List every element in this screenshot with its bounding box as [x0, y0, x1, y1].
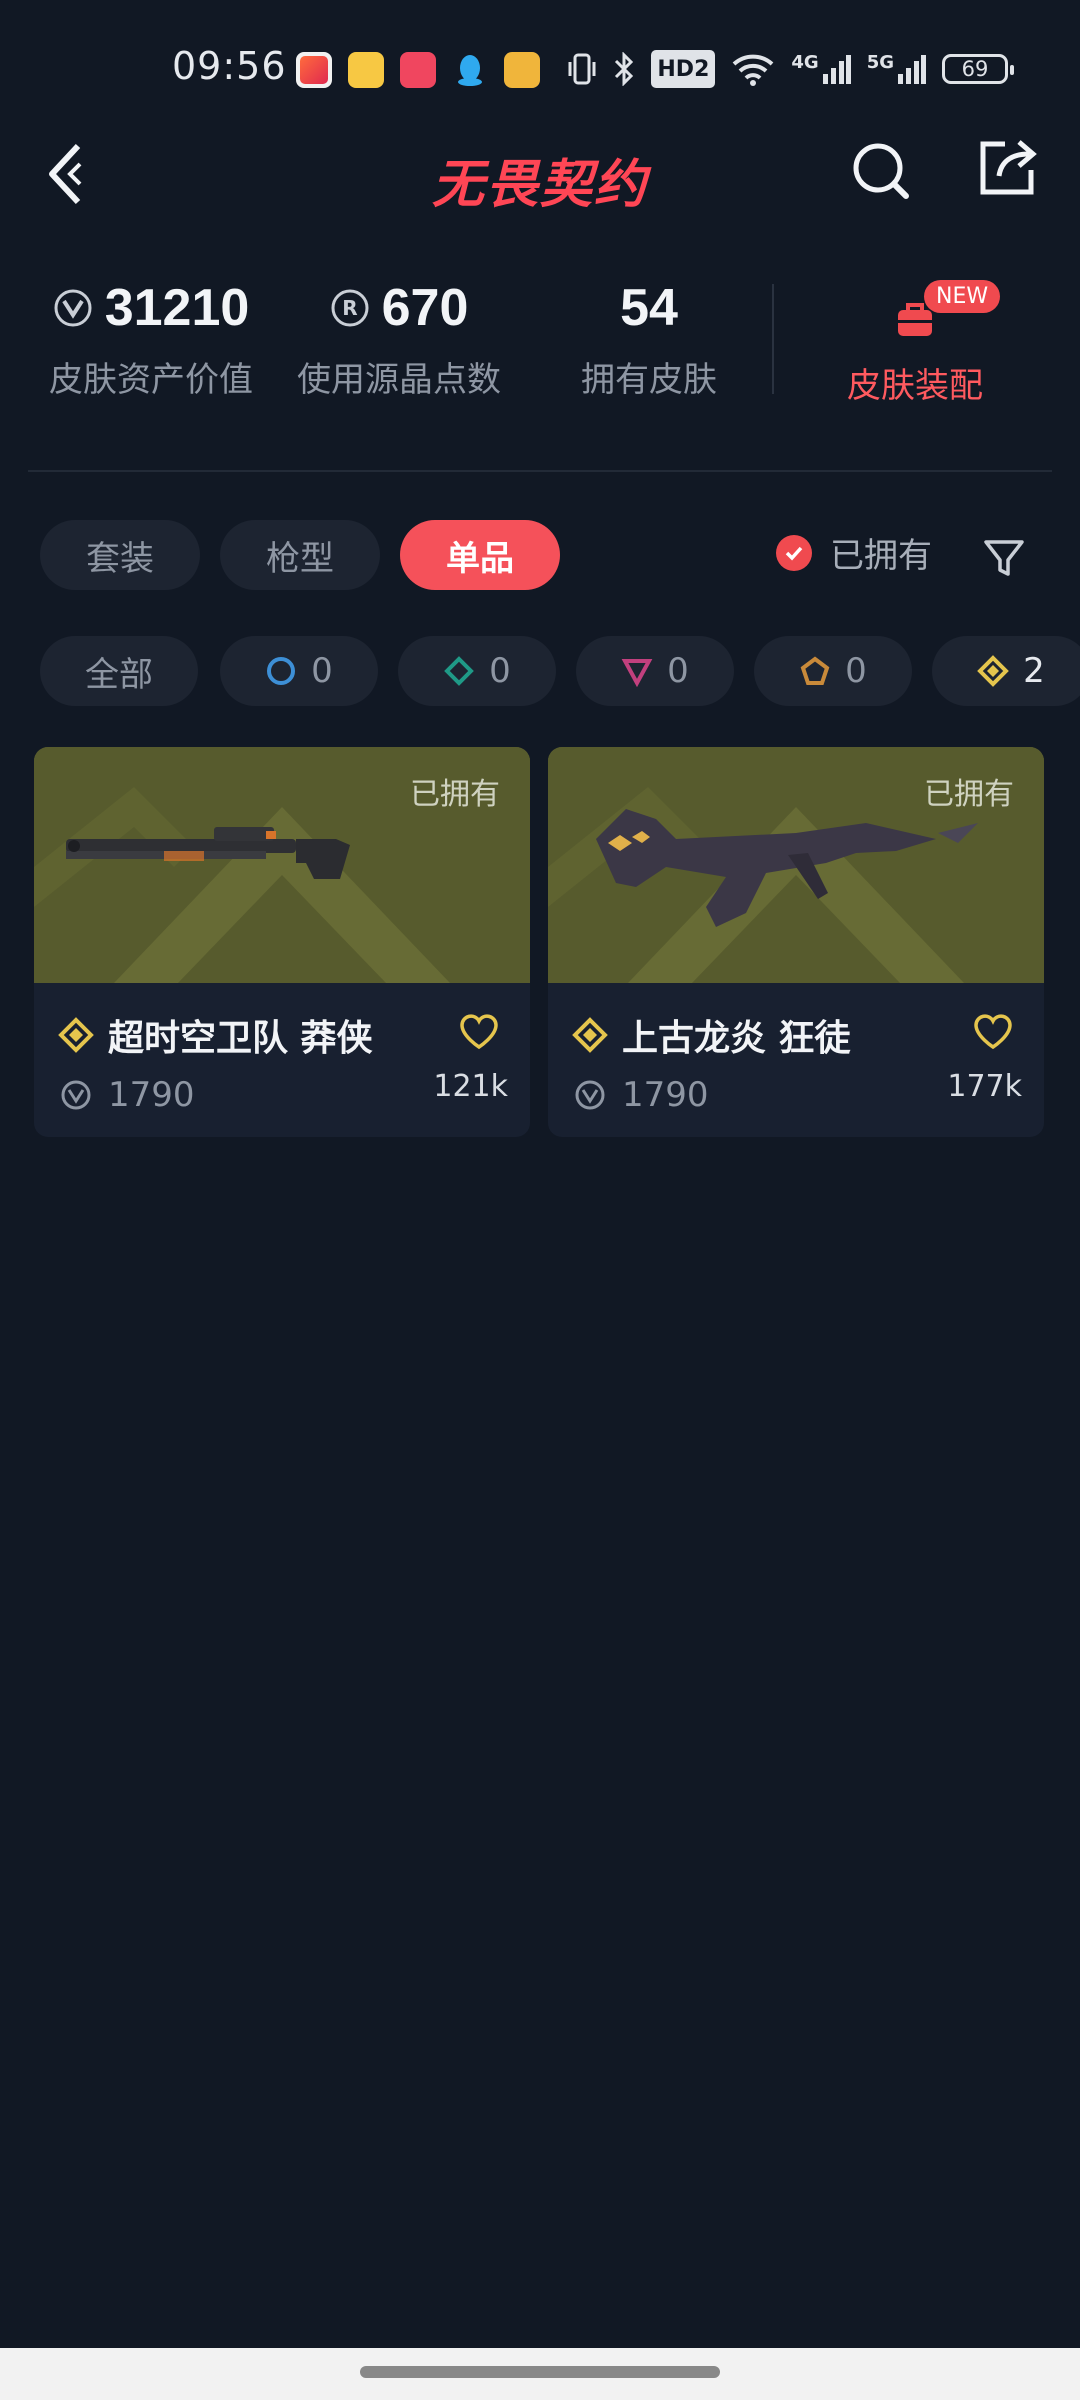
rarity-chip-exclusive[interactable]: 2	[932, 636, 1080, 706]
rarity-chip-ultra[interactable]: 0	[754, 636, 912, 706]
category-tabs: 套装 枪型 单品	[40, 520, 560, 590]
rarity-chip-all[interactable]: 全部	[40, 636, 198, 706]
network-4g-label: 4G	[791, 52, 819, 73]
asset-value-stat[interactable]: 31210 皮肤资产价值	[34, 278, 268, 401]
skin-image: 已拥有	[34, 747, 530, 983]
rarity-chip-select-count: 0	[311, 651, 333, 691]
rarity-chip-select[interactable]: 0	[220, 636, 378, 706]
notification-icons	[296, 52, 540, 88]
asset-value-label: 皮肤资产价值	[49, 360, 253, 400]
new-badge: NEW	[924, 280, 1001, 313]
skin-card[interactable]: 已拥有 超时空卫队 莽侠 1790 121k	[34, 747, 530, 1137]
skin-price: 1790	[108, 1075, 195, 1115]
tab-weapon-types[interactable]: 枪型	[220, 520, 380, 590]
exclusive-tier-icon	[572, 1017, 608, 1053]
app-notification-icon	[296, 52, 332, 88]
owned-label: 已拥有	[410, 777, 500, 812]
skin-name: 超时空卫队 莽侠	[108, 1018, 373, 1059]
signal-4g-icon: 4G	[791, 52, 851, 86]
search-icon	[853, 143, 909, 199]
shop-notification-icon	[400, 52, 436, 88]
radianite-points-value: 670	[381, 279, 469, 337]
stats-divider	[772, 284, 774, 394]
rarity-chip-ultra-count: 0	[845, 651, 867, 691]
heart-icon[interactable]	[458, 1013, 500, 1051]
owned-skins-label: 拥有皮肤	[581, 360, 717, 400]
status-time: 09:56	[172, 44, 287, 88]
radianite-icon: R	[331, 289, 369, 327]
owned-filter-label: 已拥有	[830, 536, 932, 576]
tab-bundles[interactable]: 套装	[40, 520, 200, 590]
search-button[interactable]	[850, 138, 914, 202]
bluetooth-icon	[613, 52, 635, 86]
radianite-points-label: 使用源晶点数	[297, 360, 501, 400]
ultra-tier-icon	[800, 656, 830, 685]
filter-icon	[984, 540, 1024, 576]
battery-icon: 69	[942, 54, 1014, 84]
valorant-points-icon	[575, 1080, 605, 1110]
valorant-points-icon	[61, 1080, 91, 1110]
select-tier-icon	[267, 657, 296, 685]
share-icon	[980, 140, 1037, 195]
heart-icon[interactable]	[972, 1013, 1014, 1051]
radianite-points-stat[interactable]: R 670 使用源晶点数	[292, 278, 506, 401]
status-bar: 09:56 HD2 4G 5G 69	[0, 0, 1080, 120]
wifi-icon	[731, 52, 775, 86]
signal-5g-icon: 5G	[867, 52, 926, 86]
network-5g-label: 5G	[866, 52, 894, 73]
system-navigation-bar	[0, 2348, 1080, 2400]
likes-count: 177k	[947, 1069, 1022, 1104]
skin-image: 已拥有	[548, 747, 1044, 983]
checkmark-icon	[776, 534, 812, 571]
qq-notification-icon	[452, 52, 488, 88]
owned-filter-toggle[interactable]: 已拥有	[776, 528, 932, 577]
valorant-points-icon	[54, 289, 92, 327]
svg-text:R: R	[342, 296, 357, 320]
asset-value: 31210	[104, 279, 250, 337]
rarity-chip-premium-count: 0	[667, 651, 689, 691]
skin-loadout-button[interactable]: NEW 皮肤装配	[790, 270, 1040, 407]
owned-skins-value: 54	[620, 279, 678, 337]
battery-level: 69	[961, 57, 989, 81]
skin-loadout-label: 皮肤装配	[847, 366, 983, 406]
game-notification-icon	[504, 52, 540, 88]
exclusive-tier-icon	[977, 655, 1010, 687]
app-logo-title: 无畏契约	[431, 155, 648, 215]
owned-label: 已拥有	[924, 777, 1014, 812]
likes-count: 121k	[433, 1069, 508, 1104]
vibrate-icon	[567, 52, 597, 86]
rarity-chip-deluxe[interactable]: 0	[398, 636, 556, 706]
section-divider	[28, 470, 1052, 472]
rarity-chip-deluxe-count: 0	[489, 651, 511, 691]
app-header: 无畏契约	[0, 120, 1080, 220]
rarity-chip-all-label: 全部	[85, 654, 153, 695]
owned-skins-stat[interactable]: 54 拥有皮肤	[564, 278, 734, 401]
tab-single-items[interactable]: 单品	[400, 520, 560, 590]
system-icons: HD2 4G 5G 69	[567, 50, 1014, 88]
rarity-chip-premium[interactable]: 0	[576, 636, 734, 706]
deluxe-tier-icon	[444, 656, 475, 686]
skin-card[interactable]: 已拥有 上古龙炎 狂徒 1790 177k	[548, 747, 1044, 1137]
hd-icon: HD2	[651, 50, 716, 88]
premium-tier-icon	[621, 659, 653, 687]
home-gesture-handle[interactable]	[360, 2366, 720, 2378]
reader-notification-icon	[348, 52, 384, 88]
rarity-chip-exclusive-count: 2	[1023, 651, 1045, 691]
filter-button[interactable]	[980, 534, 1028, 582]
exclusive-tier-icon	[58, 1017, 94, 1053]
share-button[interactable]	[975, 136, 1039, 200]
stats-panel: 31210 皮肤资产价值 R 670 使用源晶点数 54 拥有皮肤 NEW 皮肤…	[0, 256, 1080, 436]
skin-price: 1790	[622, 1075, 709, 1115]
rarity-filter-row: 全部 0 0 0 0 2	[40, 636, 1080, 706]
skin-name: 上古龙炎 狂徒	[622, 1018, 851, 1059]
